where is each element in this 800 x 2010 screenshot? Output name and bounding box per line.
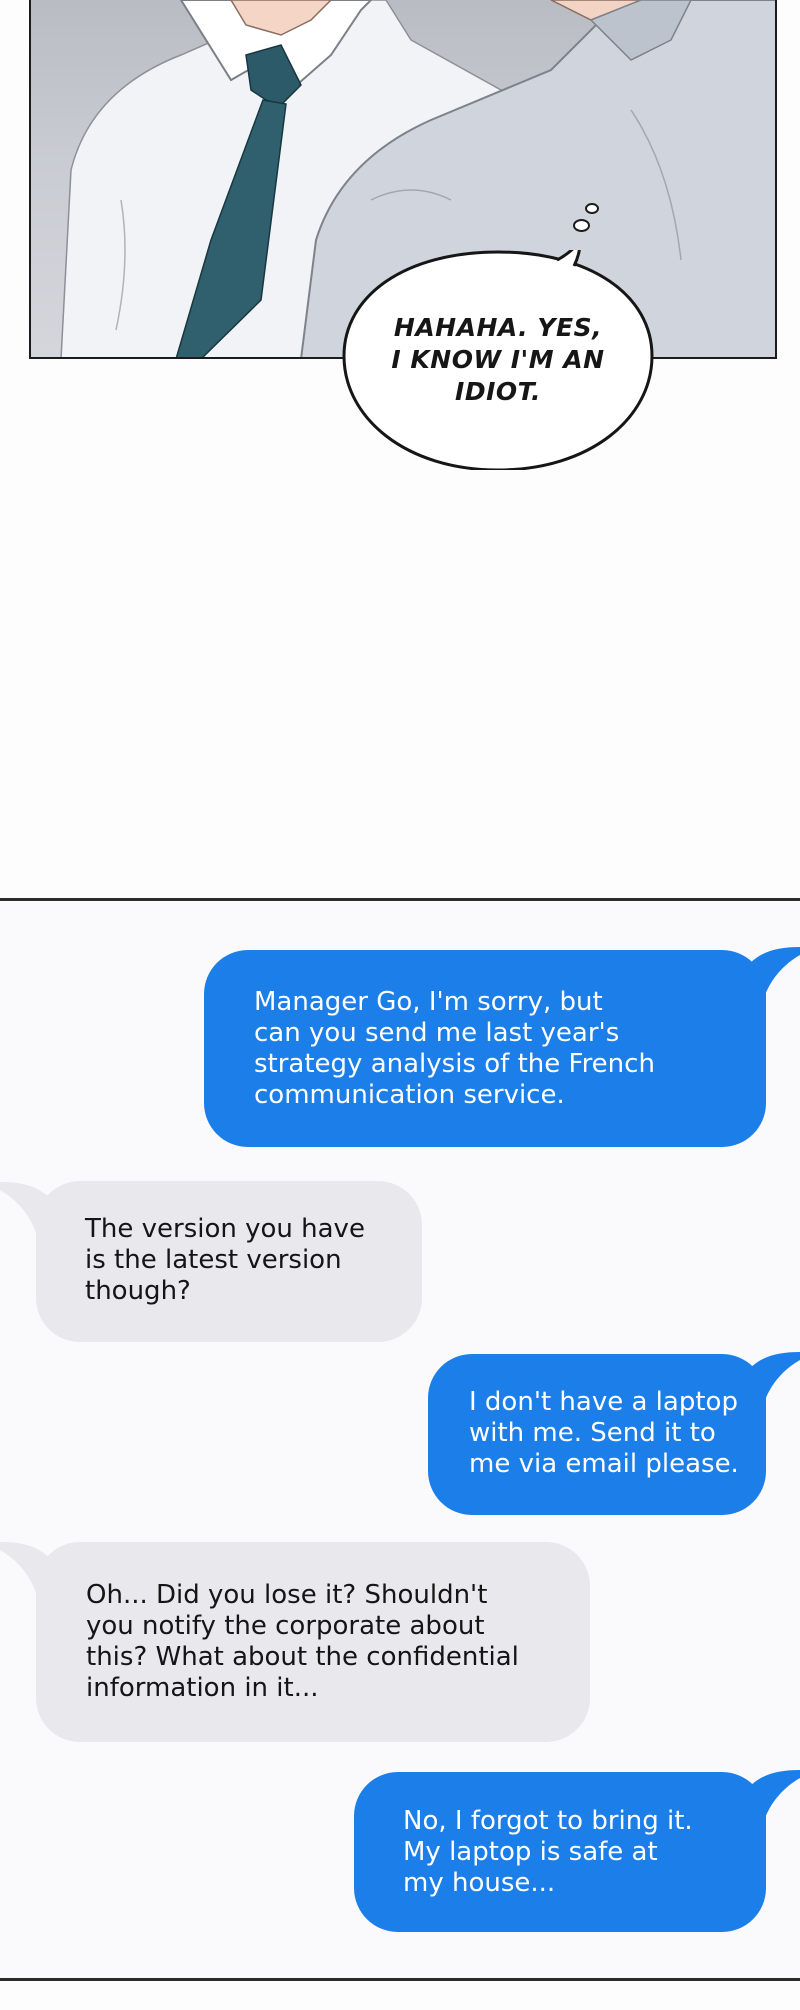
panel-divider-bottom — [0, 1978, 800, 1981]
message-line: The version you have — [85, 1214, 365, 1244]
chat-bubble-incoming: Oh... Did you lose it? Shouldn't you not… — [36, 1542, 590, 1742]
chat-bubble-incoming: The version you have is the latest versi… — [36, 1181, 422, 1342]
message-text: Manager Go, I'm sorry, but can you send … — [254, 987, 746, 1111]
thought-dot-medium — [573, 219, 590, 232]
message-line: Oh... Did you lose it? Shouldn't — [86, 1580, 488, 1610]
message-line: Manager Go, I'm sorry, but — [254, 987, 603, 1017]
message-line: No, I forgot to bring it. — [403, 1806, 693, 1836]
speech-bubble: HAHAHA. YES, I KNOW I'M AN IDIOT. — [342, 250, 654, 470]
message-line: communication service. — [254, 1080, 565, 1110]
speech-line: I KNOW I'M AN — [391, 345, 605, 374]
message-line: information in it... — [86, 1673, 319, 1703]
thought-dot-small — [585, 203, 599, 214]
message-line: you notify the corporate about — [86, 1611, 485, 1641]
message-line: strategy analysis of the French — [254, 1049, 655, 1079]
speech-text: HAHAHA. YES, I KNOW I'M AN IDIOT. — [342, 312, 654, 408]
message-line: though? — [85, 1276, 191, 1306]
chat-bubble-outgoing: No, I forgot to bring it. My laptop is s… — [354, 1772, 766, 1932]
message-line: with me. Send it to — [469, 1418, 716, 1448]
message-line: can you send me last year's — [254, 1018, 620, 1048]
panel-divider-top — [0, 898, 800, 901]
message-line: this? What about the confidential — [86, 1642, 519, 1672]
speech-line: IDIOT. — [455, 377, 541, 406]
message-text: I don't have a laptop with me. Send it t… — [469, 1387, 746, 1480]
message-line: is the latest version — [85, 1245, 342, 1275]
chat-panel: Manager Go, I'm sorry, but can you send … — [0, 902, 800, 1978]
speech-line: HAHAHA. YES, — [393, 313, 603, 342]
message-text: Oh... Did you lose it? Shouldn't you not… — [86, 1580, 570, 1704]
message-text: The version you have is the latest versi… — [85, 1214, 402, 1307]
message-text: No, I forgot to bring it. My laptop is s… — [403, 1806, 746, 1899]
message-line: I don't have a laptop — [469, 1387, 738, 1417]
message-line: me via email please. — [469, 1449, 739, 1479]
chat-bubble-outgoing: I don't have a laptop with me. Send it t… — [428, 1354, 766, 1515]
message-line: my house... — [403, 1868, 556, 1898]
message-line: My laptop is safe at — [403, 1837, 658, 1867]
chat-bubble-outgoing: Manager Go, I'm sorry, but can you send … — [204, 950, 766, 1147]
